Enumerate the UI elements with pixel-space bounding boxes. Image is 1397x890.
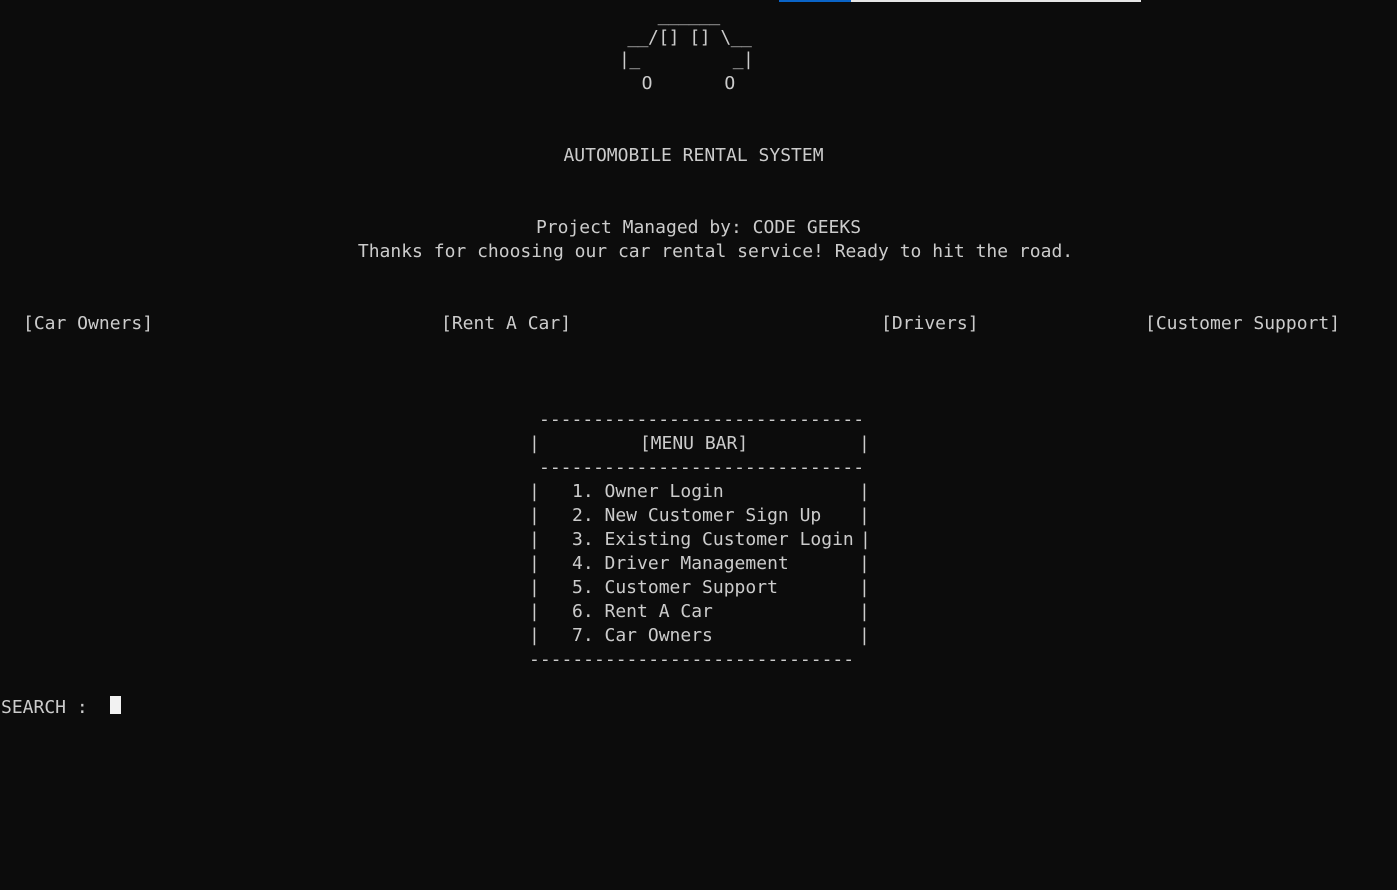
menu-border-right: | [859, 577, 870, 598]
nav-car-owners[interactable]: [Car Owners] [23, 312, 153, 336]
text-cursor [110, 696, 121, 714]
menu-border-right: | [859, 625, 870, 646]
ascii-car-line-1: ______ [637, 5, 721, 26]
tagline: Thanks for choosing our car rental servi… [357, 241, 1074, 262]
menu-border-left: | [529, 601, 540, 622]
nav-customer-support[interactable]: [Customer Support] [1145, 312, 1340, 336]
menu-border-right: | [859, 601, 870, 622]
nav-rent-a-car[interactable]: [Rent A Car] [441, 312, 571, 336]
menu-title: [MENU BAR] [639, 433, 749, 454]
ascii-car-line-4: O O [621, 73, 736, 94]
project-managed-by: Project Managed by: CODE GEEKS [535, 217, 862, 238]
menu-item-car-owners[interactable]: 7. Car Owners [572, 624, 713, 648]
menu-item-owner-login[interactable]: 1. Owner Login [572, 480, 724, 504]
menu-border-right: | [859, 553, 870, 574]
menu-item[interactable]: | 7. Car Owners | [529, 624, 871, 648]
progress-bar [779, 0, 1141, 2]
search-label: SEARCH : [1, 697, 88, 718]
menu-item[interactable]: | 4. Driver Management | [529, 552, 871, 576]
ascii-car-line-3: |_ _| [619, 49, 754, 70]
menu-item-customer-support[interactable]: 5. Customer Support [572, 576, 778, 600]
search-input[interactable] [110, 697, 410, 719]
menu-item[interactable]: | 2. New Customer Sign Up | [529, 504, 871, 528]
app-title: AUTOMOBILE RENTAL SYSTEM [563, 145, 824, 166]
menu-border-left: | [529, 505, 540, 526]
ascii-car-line-2: __/[] [] \__ [617, 27, 752, 48]
menu-item-new-customer-sign-up[interactable]: 2. New Customer Sign Up [572, 504, 821, 528]
menu-border-right: | [859, 433, 870, 454]
menu-item-driver-management[interactable]: 4. Driver Management [572, 552, 789, 576]
menu-border-left: | [529, 553, 540, 574]
menu-box: ------------------------------ | [MENU B… [529, 408, 871, 670]
menu-item[interactable]: | 3. Existing Customer Login | [529, 528, 871, 552]
nav-drivers[interactable]: [Drivers] [881, 312, 979, 336]
menu-border-top: ------------------------------ [539, 409, 865, 430]
menu-border-middle: ------------------------------ [539, 457, 865, 478]
menu-border-bottom: ------------------------------ [529, 649, 855, 670]
menu-item[interactable]: | 1. Owner Login | [529, 480, 871, 504]
menu-border-right: | [859, 481, 870, 502]
menu-item-rent-a-car[interactable]: 6. Rent A Car [572, 600, 713, 624]
menu-item[interactable]: | 5. Customer Support | [529, 576, 871, 600]
menu-border-left: | [529, 481, 540, 502]
terminal-window: { "progress": { "fraction": 0.2, "track_… [0, 0, 1397, 890]
menu-border-right: | [859, 505, 870, 526]
menu-border-left: | [529, 529, 540, 550]
menu-item-existing-customer-login[interactable]: 3. Existing Customer Login [572, 528, 854, 552]
menu-title-row: | [MENU BAR] | [529, 432, 871, 456]
ascii-car-logo: ______ __/[] [] \__ |_ _| O O [617, 0, 797, 100]
menu-item[interactable]: | 6. Rent A Car | [529, 600, 871, 624]
menu-border-left: | [529, 625, 540, 646]
menu-border-right: | [860, 529, 871, 550]
menu-border-left: | [529, 577, 540, 598]
